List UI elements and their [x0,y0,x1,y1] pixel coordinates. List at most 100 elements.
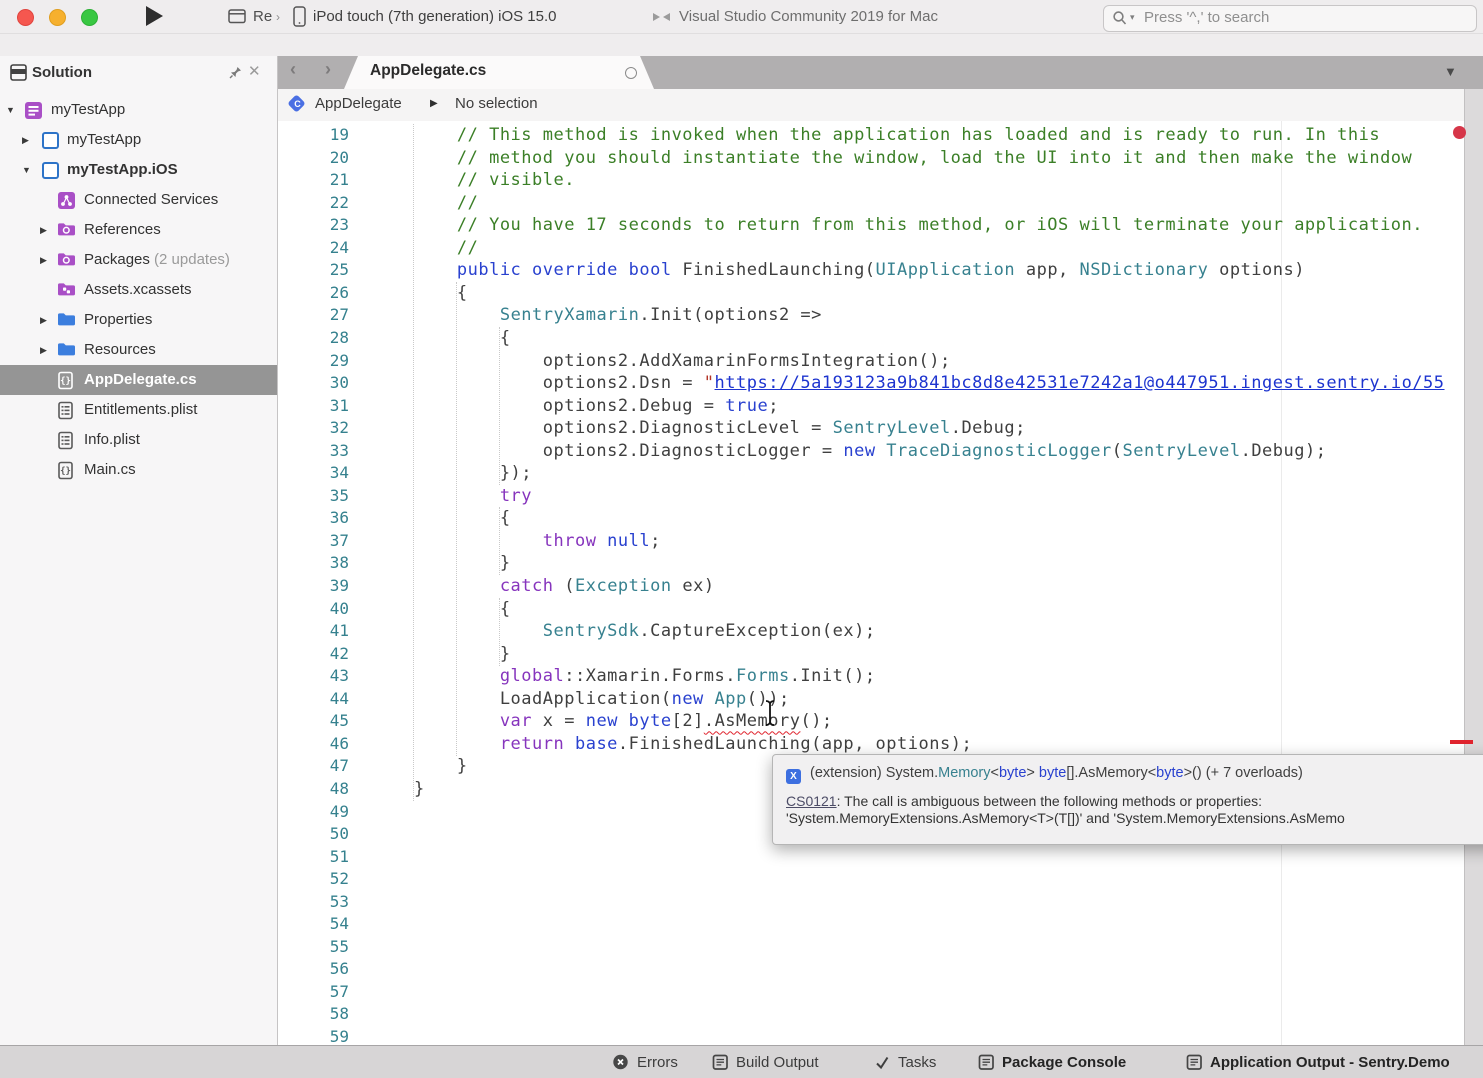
search-scope-chevron-icon[interactable]: ▾ [1130,12,1135,23]
line-number[interactable]: 24 [278,237,349,260]
chevron-right-icon[interactable]: ▶ [40,245,47,275]
line-number[interactable]: 42 [278,643,349,666]
line-number[interactable]: 28 [278,327,349,350]
code-line-36[interactable]: { [371,507,511,530]
code-line-47[interactable]: } [371,755,468,778]
code-line-32[interactable]: options2.DiagnosticLevel = SentryLevel.D… [371,417,1026,440]
line-number[interactable]: 59 [278,1026,349,1045]
line-number[interactable]: 19 [278,124,349,147]
line-number[interactable]: 49 [278,801,349,824]
code-line-34[interactable]: }); [371,462,532,485]
chevron-right-icon[interactable]: ▶ [40,335,47,365]
tree-item-info-plist[interactable]: Info.plist [0,425,277,455]
line-number[interactable]: 58 [278,1003,349,1026]
line-number[interactable]: 23 [278,214,349,237]
line-number[interactable]: 37 [278,530,349,553]
line-number[interactable]: 53 [278,891,349,914]
code-line-20[interactable]: // method you should instantiate the win… [371,147,1412,170]
tree-item-properties[interactable]: ▶Properties [0,305,277,335]
line-number[interactable]: 30 [278,372,349,395]
line-number[interactable]: 38 [278,552,349,575]
code-line-35[interactable]: try [371,485,532,508]
code-line-30[interactable]: options2.Dsn = "https://5a193123a9b841bc… [371,372,1445,395]
breadcrumb-class[interactable]: AppDelegate [315,95,402,112]
code-line-29[interactable]: options2.AddXamarinFormsIntegration(); [371,350,951,373]
tab-appdelegate[interactable]: AppDelegate.cs [344,56,654,89]
line-number[interactable]: 36 [278,507,349,530]
code-line-43[interactable]: global::Xamarin.Forms.Forms.Init(); [371,665,876,688]
line-number[interactable]: 40 [278,598,349,621]
line-number[interactable]: 54 [278,913,349,936]
line-number[interactable]: 47 [278,755,349,778]
line-number[interactable]: 44 [278,688,349,711]
line-number[interactable]: 50 [278,823,349,846]
code-line-38[interactable]: } [371,552,511,575]
line-number[interactable]: 34 [278,462,349,485]
line-number[interactable]: 57 [278,981,349,1004]
tree-item-mytestapp[interactable]: ▼myTestApp [0,95,277,125]
tree-item-references[interactable]: ▶References [0,215,277,245]
line-number[interactable]: 25 [278,259,349,282]
zoom-window-button[interactable] [81,9,98,26]
line-number[interactable]: 26 [278,282,349,305]
tree-item-entitlements-plist[interactable]: Entitlements.plist [0,395,277,425]
line-number[interactable]: 22 [278,192,349,215]
tree-item-assets-xcassets[interactable]: Assets.xcassets [0,275,277,305]
line-number[interactable]: 43 [278,665,349,688]
tree-item-main-cs[interactable]: {}Main.cs [0,455,277,485]
line-number[interactable]: 20 [278,147,349,170]
code-line-19[interactable]: // This method is invoked when the appli… [371,124,1380,147]
code-line-40[interactable]: { [371,598,511,621]
run-button[interactable] [146,6,163,26]
close-icon[interactable]: ✕ [248,62,261,80]
tree-item-connected-services[interactable]: Connected Services [0,185,277,215]
tree-item-packages[interactable]: ▶Packages (2 updates) [0,245,277,275]
configuration-selector[interactable]: Re [253,7,272,26]
line-number[interactable]: 55 [278,936,349,959]
code-line-21[interactable]: // visible. [371,169,575,192]
code-line-31[interactable]: options2.Debug = true; [371,395,779,418]
code-line-26[interactable]: { [371,282,468,305]
close-window-button[interactable] [17,9,34,26]
code-line-42[interactable]: } [371,643,511,666]
line-number[interactable]: 48 [278,778,349,801]
line-number[interactable]: 39 [278,575,349,598]
chevron-right-icon[interactable]: ▶ [22,125,29,155]
minimize-window-button[interactable] [49,9,66,26]
line-number[interactable]: 29 [278,350,349,373]
line-number[interactable]: 33 [278,440,349,463]
line-number[interactable]: 27 [278,304,349,327]
code-line-37[interactable]: throw null; [371,530,661,553]
chevron-right-icon[interactable]: ▶ [40,215,47,245]
code-line-48[interactable]: } [371,778,425,801]
navigate-forward-button[interactable]: › [325,59,331,80]
code-line-23[interactable]: // You have 17 seconds to return from th… [371,214,1423,237]
chevron-down-icon[interactable]: ▼ [22,155,31,185]
code-line-39[interactable]: catch (Exception ex) [371,575,715,598]
line-number[interactable]: 31 [278,395,349,418]
status-bar-item-build-output[interactable]: Build Output [712,1046,819,1078]
error-code-link[interactable]: CS0121 [786,793,837,809]
status-bar-item-application-output-sentry-demo[interactable]: Application Output - Sentry.Demo [1186,1046,1450,1078]
code-line-33[interactable]: options2.DiagnosticLogger = new TraceDia… [371,440,1326,463]
line-number[interactable]: 45 [278,710,349,733]
tree-item-mytestapp[interactable]: ▶myTestApp [0,125,277,155]
line-number[interactable]: 56 [278,958,349,981]
device-selector[interactable]: iPod touch (7th generation) iOS 15.0 [313,7,557,26]
status-bar-item-package-console[interactable]: Package Console [978,1046,1126,1078]
tab-list-dropdown[interactable]: ▼ [1444,64,1457,79]
code-line-22[interactable]: // [371,192,478,215]
code-line-27[interactable]: SentryXamarin.Init(options2 => [371,304,822,327]
chevron-down-icon[interactable]: ▼ [6,95,15,125]
line-number[interactable]: 51 [278,846,349,869]
tree-item-appdelegate-cs[interactable]: {}AppDelegate.cs [0,365,277,395]
tree-item-mytestapp-ios[interactable]: ▼myTestApp.iOS [0,155,277,185]
code-line-25[interactable]: public override bool FinishedLaunching(U… [371,259,1305,282]
line-number[interactable]: 21 [278,169,349,192]
tree-item-resources[interactable]: ▶Resources [0,335,277,365]
code-line-41[interactable]: SentrySdk.CaptureException(ex); [371,620,876,643]
code-line-46[interactable]: return base.FinishedLaunching(app, optio… [371,733,972,756]
code-line-44[interactable]: LoadApplication(new App()); [371,688,790,711]
search-input[interactable]: ▾ Press '^,' to search [1103,5,1477,32]
navigate-back-button[interactable]: ‹ [290,59,296,80]
